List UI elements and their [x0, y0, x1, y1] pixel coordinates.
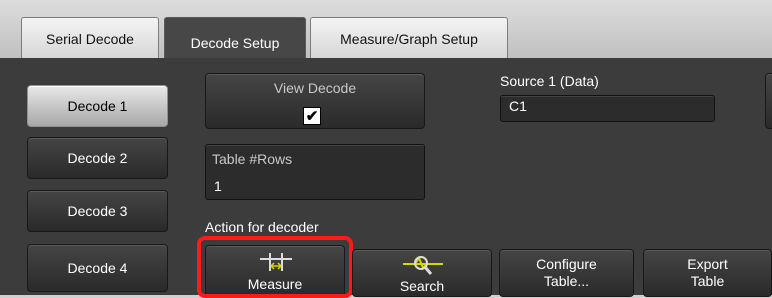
decode-4-button[interactable]: Decode 4	[27, 244, 168, 292]
configure-table-label-2: Table...	[543, 273, 590, 289]
tab-measure-graph-setup[interactable]: Measure/Graph Setup	[310, 17, 508, 59]
decode-2-button[interactable]: Decode 2	[27, 137, 168, 179]
decode-1-label: Decode 1	[67, 98, 128, 114]
decode-4-label: Decode 4	[67, 260, 128, 276]
tab-serial-decode-label: Serial Decode	[46, 30, 134, 47]
decode-3-button[interactable]: Decode 3	[27, 190, 168, 232]
export-table-button[interactable]: Export Table	[643, 249, 772, 297]
configure-table-label-1: Configure	[536, 256, 597, 272]
checkmark-icon: ✔	[305, 107, 319, 125]
search-icon	[403, 255, 443, 275]
table-rows-value: 1	[214, 178, 222, 194]
tab-measure-graph-setup-label: Measure/Graph Setup	[340, 30, 478, 47]
search-label: Search	[399, 278, 445, 294]
view-decode-checkbox[interactable]: ✔	[303, 107, 321, 125]
table-rows-label: Table #Rows	[212, 151, 293, 167]
tab-serial-decode[interactable]: Serial Decode	[21, 17, 159, 59]
search-button[interactable]: Search	[352, 249, 492, 297]
decode-2-label: Decode 2	[67, 150, 128, 166]
tab-bar: Serial Decode Decode Setup Measure/Graph…	[0, 0, 772, 67]
source-1-label: Source 1 (Data)	[500, 73, 599, 89]
decode-3-label: Decode 3	[67, 203, 128, 219]
measure-highlight	[197, 236, 353, 298]
view-decode-label: View Decode	[273, 80, 357, 96]
source-1-value: C1	[509, 98, 527, 114]
table-rows-field[interactable]: Table #Rows 1	[205, 144, 425, 200]
export-table-label-2: Table	[690, 273, 725, 289]
export-table-label-1: Export	[687, 256, 728, 272]
source-1-field[interactable]: C1	[500, 95, 715, 122]
decode-1-button[interactable]: Decode 1	[27, 85, 168, 127]
tab-decode-setup-label: Decode Setup	[190, 34, 280, 51]
action-for-decoder-label: Action for decoder	[205, 219, 319, 235]
edge-button[interactable]	[765, 73, 772, 129]
configure-table-button[interactable]: Configure Table...	[499, 249, 634, 297]
